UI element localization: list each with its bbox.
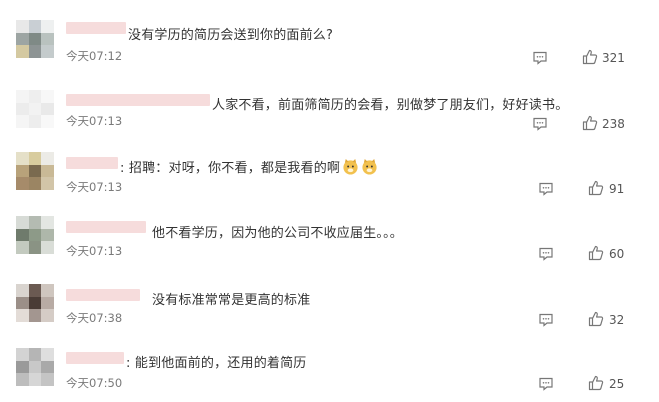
like-count: 238 (602, 117, 625, 131)
comment-text: : 招聘：对呀，你不看，都是我看的啊 (120, 157, 378, 176)
doge-emoji-icon (362, 158, 377, 175)
thumbs-up-icon[interactable] (588, 180, 604, 196)
like-count: 60 (609, 247, 625, 261)
username-redacted (66, 22, 126, 34)
comment-time: 今天07:13 (66, 244, 123, 258)
username-redacted (66, 289, 140, 301)
username-redacted (66, 157, 118, 169)
avatar[interactable] (16, 216, 54, 254)
comment-text: 没有标准常常是更高的标准 (152, 293, 311, 308)
comment-item: 人家不看，前面筛简历的会看，别做梦了朋友们，好好读书。 今天07:13 238 (0, 64, 659, 131)
comment-reply-icon[interactable] (538, 376, 554, 392)
comment-reply-icon[interactable] (538, 246, 554, 262)
like-count: 91 (609, 182, 625, 196)
avatar[interactable] (16, 284, 54, 322)
like-count: 321 (602, 51, 625, 65)
avatar[interactable] (16, 348, 54, 386)
comment-time: 今天07:38 (66, 311, 123, 325)
comment-item: : 招聘：对呀，你不看，都是我看的啊 今天07:13 91 (0, 130, 659, 196)
comment-time: 今天07:50 (66, 376, 123, 390)
comment-text: 没有学历的简历会送到你的面前么? (128, 28, 334, 43)
thumbs-up-icon[interactable] (582, 115, 598, 131)
avatar[interactable] (16, 152, 54, 190)
username-redacted (66, 94, 210, 106)
thumbs-up-icon[interactable] (588, 245, 604, 261)
comment-text-body: : 招聘：对呀，你不看，都是我看的啊 (120, 161, 341, 176)
comment-time: 今天07:13 (66, 114, 123, 128)
comment-text: : 能到他面前的，还用的着简历 (126, 356, 307, 371)
comment-text: 人家不看，前面筛简历的会看，别做梦了朋友们，好好读书。 (212, 98, 569, 113)
comment-reply-icon[interactable] (538, 181, 554, 197)
comment-item: 没有标准常常是更高的标准 今天07:38 32 (0, 262, 659, 328)
comment-item: 他不看学历，因为他的公司不收应届生。。。 今天07:13 60 (0, 196, 659, 262)
username-redacted (66, 352, 124, 364)
like-count: 32 (609, 313, 625, 327)
avatar[interactable] (16, 20, 54, 58)
like-count: 25 (609, 377, 625, 391)
username-redacted (66, 221, 146, 233)
comment-item: : 能到他面前的，还用的着简历 今天07:50 25 (0, 326, 659, 392)
thumbs-up-icon[interactable] (582, 49, 598, 65)
comment-time: 今天07:13 (66, 180, 123, 194)
thumbs-up-icon[interactable] (588, 311, 604, 327)
comment-item: 没有学历的简历会送到你的面前么? 今天07:12 321 (0, 0, 659, 66)
avatar[interactable] (16, 90, 54, 128)
comment-text: 他不看学历，因为他的公司不收应届生。。。 (152, 226, 404, 241)
comment-time: 今天07:12 (66, 49, 123, 63)
thumbs-up-icon[interactable] (588, 375, 604, 391)
doge-emoji-icon (343, 158, 358, 175)
